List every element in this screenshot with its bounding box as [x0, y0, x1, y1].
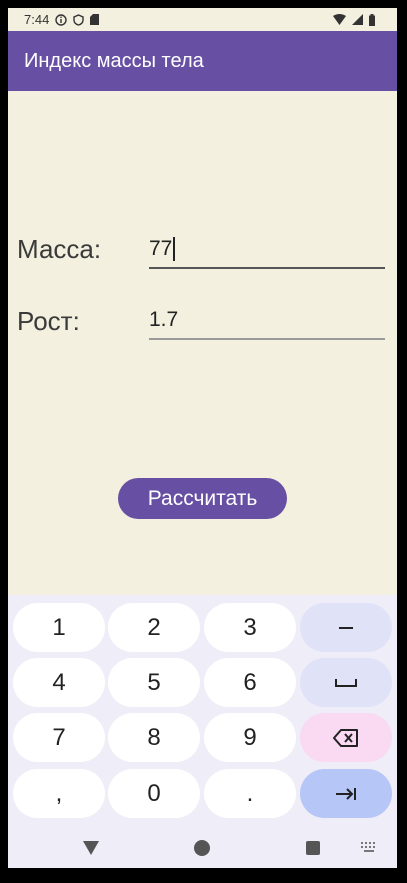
navigation-bar	[8, 827, 397, 868]
minus-icon	[339, 626, 353, 629]
text-cursor	[173, 237, 176, 261]
key-4[interactable]: 4	[13, 658, 105, 707]
wifi-icon	[333, 14, 346, 25]
key-7[interactable]: 7	[13, 713, 105, 762]
home-icon[interactable]	[194, 840, 210, 856]
calculate-button[interactable]: Рассчитать	[118, 478, 287, 519]
keyboard-switch-icon[interactable]	[361, 842, 377, 854]
key-minus[interactable]	[300, 603, 392, 652]
backspace-icon	[333, 728, 358, 747]
app-bar: Индекс массы тела	[8, 31, 397, 91]
key-3[interactable]: 3	[204, 603, 296, 652]
key-backspace[interactable]	[300, 713, 392, 762]
info-icon	[55, 13, 68, 26]
mass-label: Масса:	[17, 234, 102, 264]
key-6[interactable]: 6	[204, 658, 296, 707]
key-comma[interactable]: ,	[13, 769, 105, 818]
space-icon	[335, 678, 357, 687]
key-9[interactable]: 9	[204, 713, 296, 762]
app-title: Индекс массы тела	[24, 50, 204, 72]
status-bar: 7:44	[8, 8, 397, 31]
mass-input[interactable]: 77	[149, 231, 385, 269]
key-next[interactable]	[300, 769, 392, 818]
key-5[interactable]: 5	[108, 658, 200, 707]
height-value: 1.7	[149, 308, 179, 331]
cell-signal-icon	[352, 14, 363, 25]
numeric-keyboard: 1 2 3 4 5 6 7 8 9 , 0 .	[8, 595, 397, 827]
height-label: Рост:	[17, 306, 80, 336]
key-0[interactable]: 0	[108, 769, 200, 818]
battery-icon	[369, 13, 375, 26]
shield-icon	[73, 13, 85, 26]
key-space[interactable]	[300, 658, 392, 707]
key-2[interactable]: 2	[108, 603, 200, 652]
tab-next-icon	[336, 787, 356, 800]
key-period[interactable]: .	[204, 769, 296, 818]
back-icon[interactable]	[83, 841, 99, 855]
key-8[interactable]: 8	[108, 713, 200, 762]
key-1[interactable]: 1	[13, 603, 105, 652]
app-screen: 7:44 Индекс массы тела Масса: 77 Рост: 1…	[8, 8, 397, 868]
recents-icon[interactable]	[306, 841, 320, 855]
status-time: 7:44	[24, 12, 50, 27]
sd-card-icon	[90, 14, 100, 25]
height-input[interactable]: 1.7	[149, 302, 385, 340]
mass-value: 77	[149, 237, 173, 260]
